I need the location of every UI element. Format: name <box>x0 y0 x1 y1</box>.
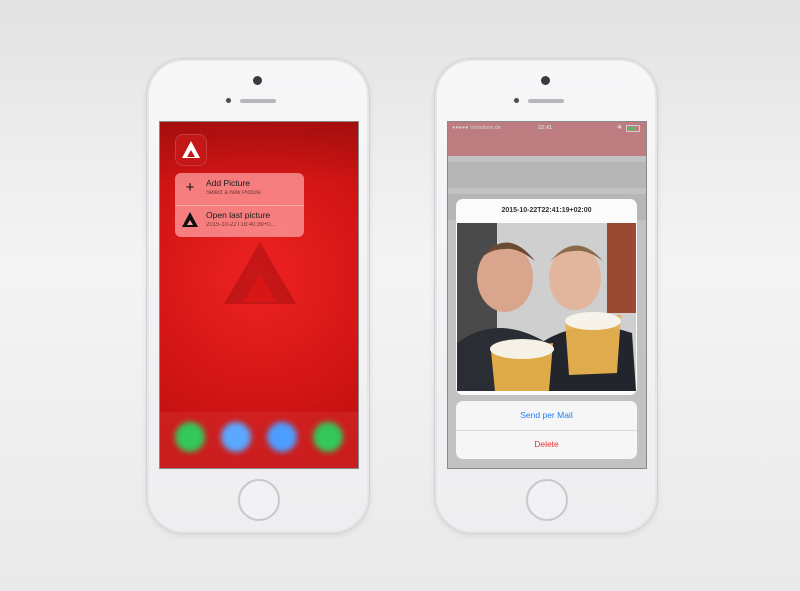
quick-action-title: Add Picture <box>206 178 250 188</box>
delete-button[interactable]: Delete <box>456 430 637 459</box>
proximity-sensor <box>226 98 231 103</box>
quick-action-subtitle: 2015-10-22T18:40:39+0... <box>206 222 276 228</box>
home-screen: + Add Picture Select a new Picture Open … <box>159 121 359 469</box>
quick-action-add-picture[interactable]: + Add Picture Select a new Picture <box>175 173 304 206</box>
home-button[interactable] <box>526 479 568 521</box>
send-mail-button[interactable]: Send per Mail <box>456 401 637 431</box>
app-triangle-cutout <box>187 150 195 157</box>
photo-illustration <box>457 223 636 391</box>
front-camera <box>541 76 550 85</box>
picture-alert: 2015-10-22T22:41:19+02:00 <box>456 199 637 395</box>
app-triangle-cutout <box>187 220 193 225</box>
safari-app-icon[interactable] <box>267 422 297 452</box>
app-screen: ●●●●● Vodafone.de 22:41 ✱ 2015-10-22T22:… <box>447 121 647 469</box>
front-camera <box>253 76 262 85</box>
quick-actions-menu: + Add Picture Select a new Picture Open … <box>175 173 304 237</box>
plus-icon: + <box>185 179 195 196</box>
mail-app-icon[interactable] <box>221 422 251 452</box>
proximity-sensor <box>514 98 519 103</box>
messages-app-icon[interactable] <box>313 422 343 452</box>
action-sheet: Send per Mail Delete <box>456 401 637 459</box>
quick-action-title: Open last picture <box>206 210 271 220</box>
iphone-right: ●●●●● Vodafone.de 22:41 ✱ 2015-10-22T22:… <box>434 58 658 534</box>
dock <box>160 412 358 468</box>
blurred-logo-inner <box>243 274 277 302</box>
app-icon[interactable] <box>175 134 207 166</box>
picture-preview <box>457 223 636 391</box>
phone-app-icon[interactable] <box>175 422 205 452</box>
quick-action-open-last[interactable]: Open last picture 2015-10-22T18:40:39+0.… <box>175 205 304 237</box>
earpiece-speaker <box>528 99 564 103</box>
quick-action-subtitle: Select a new Picture <box>206 190 261 196</box>
home-button[interactable] <box>238 479 280 521</box>
iphone-left: + Add Picture Select a new Picture Open … <box>146 58 370 534</box>
alert-title: 2015-10-22T22:41:19+02:00 <box>501 207 592 214</box>
earpiece-speaker <box>240 99 276 103</box>
